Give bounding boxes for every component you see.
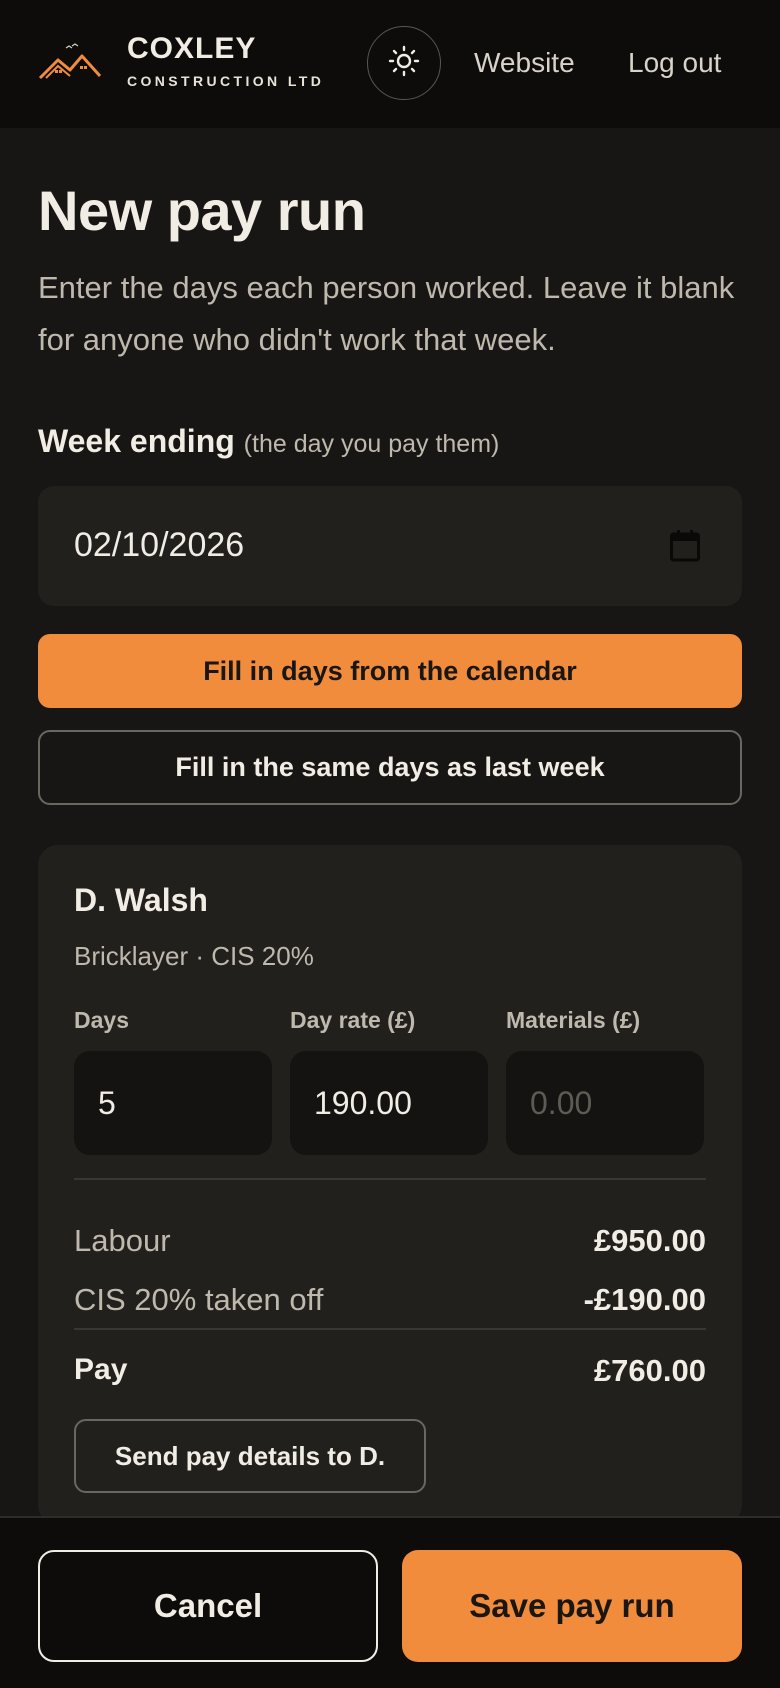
materials-label: Materials (£) bbox=[506, 1007, 641, 1033]
cancel-button[interactable]: Cancel bbox=[38, 1550, 378, 1662]
page-title: New pay run bbox=[38, 179, 366, 242]
brand-subtitle: CONSTRUCTION LTD bbox=[127, 73, 325, 89]
send-pay-details-button[interactable]: Send pay details to D. bbox=[74, 1419, 426, 1493]
week-ending-date-value: 02/10/2026 bbox=[74, 526, 245, 564]
house-logo-icon bbox=[38, 42, 102, 86]
website-link[interactable]: Website bbox=[474, 47, 575, 79]
sun-icon bbox=[388, 45, 420, 82]
day-rate-input[interactable]: 190.00 bbox=[290, 1051, 488, 1155]
divider bbox=[74, 1328, 706, 1330]
brand-name: COXLEY bbox=[127, 32, 257, 65]
cis-value: -£190.00 bbox=[583, 1282, 706, 1317]
labour-value: £950.00 bbox=[593, 1223, 706, 1258]
week-ending-hint: (the day you pay them) bbox=[243, 430, 500, 458]
fill-from-calendar-button[interactable]: Fill in days from the calendar bbox=[38, 634, 742, 708]
cis-label: CIS 20% taken off bbox=[74, 1282, 324, 1317]
week-ending-label: Week ending (the day you pay them) bbox=[38, 423, 499, 460]
week-ending-date-input[interactable]: 02/10/2026 bbox=[38, 486, 742, 606]
labour-label: Labour bbox=[74, 1223, 171, 1258]
days-label: Days bbox=[74, 1007, 129, 1033]
theme-toggle-button[interactable] bbox=[367, 26, 441, 100]
week-ending-label-text: Week ending bbox=[38, 423, 235, 459]
divider bbox=[74, 1178, 706, 1180]
app-header: COXLEY CONSTRUCTION LTD Website Log out bbox=[0, 0, 780, 128]
page-intro: Enter the days each person worked. Leave… bbox=[38, 270, 735, 357]
worker-card: D. Walsh Bricklayer · CIS 20% Days Day r… bbox=[38, 845, 742, 1525]
footer-actions: Cancel Save pay run bbox=[0, 1516, 780, 1688]
days-input[interactable]: 5 bbox=[74, 1051, 272, 1155]
save-pay-run-button[interactable]: Save pay run bbox=[402, 1550, 742, 1662]
fill-last-week-button[interactable]: Fill in the same days as last week bbox=[38, 730, 742, 805]
brand: COXLEY CONSTRUCTION LTD bbox=[127, 32, 325, 89]
worker-role: Bricklayer · CIS 20% bbox=[74, 941, 314, 971]
pay-value: £760.00 bbox=[593, 1353, 706, 1388]
calendar-icon[interactable] bbox=[670, 530, 700, 567]
day-rate-label: Day rate (£) bbox=[290, 1007, 416, 1033]
pay-label: Pay bbox=[74, 1353, 128, 1386]
logout-link[interactable]: Log out bbox=[628, 47, 721, 79]
materials-input[interactable]: 0.00 bbox=[506, 1051, 704, 1155]
worker-name: D. Walsh bbox=[74, 882, 208, 918]
